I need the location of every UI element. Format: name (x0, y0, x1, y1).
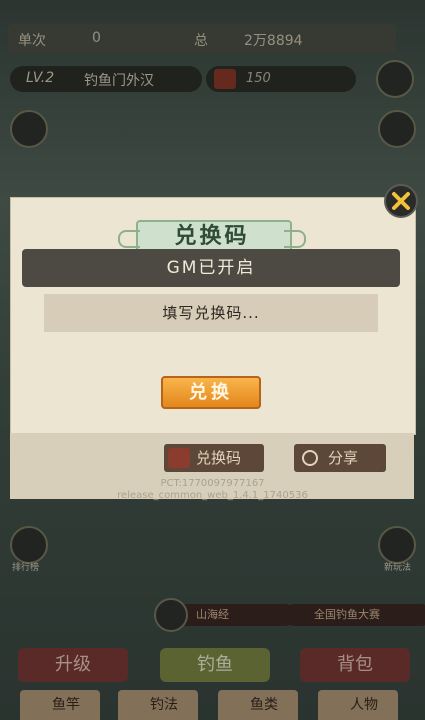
gm-status-bar: GM已开启 (22, 249, 400, 287)
release-text: release_common_web_1.4.1_1740536 (117, 490, 308, 501)
share-label: 分享 (328, 449, 359, 467)
close-button[interactable] (384, 184, 418, 218)
pct-text: PCT:1770097977167 (160, 478, 265, 489)
redeem-code-input[interactable] (44, 294, 378, 332)
redeem-code-button[interactable]: 兑换码 (164, 444, 264, 472)
chest-icon (168, 448, 190, 468)
share-button[interactable]: 分享 (294, 444, 386, 472)
close-icon (392, 192, 410, 210)
redeem-button[interactable]: 兑换 (161, 376, 261, 409)
redeem-code-label: 兑换码 (196, 449, 242, 467)
share-icon (302, 450, 318, 466)
